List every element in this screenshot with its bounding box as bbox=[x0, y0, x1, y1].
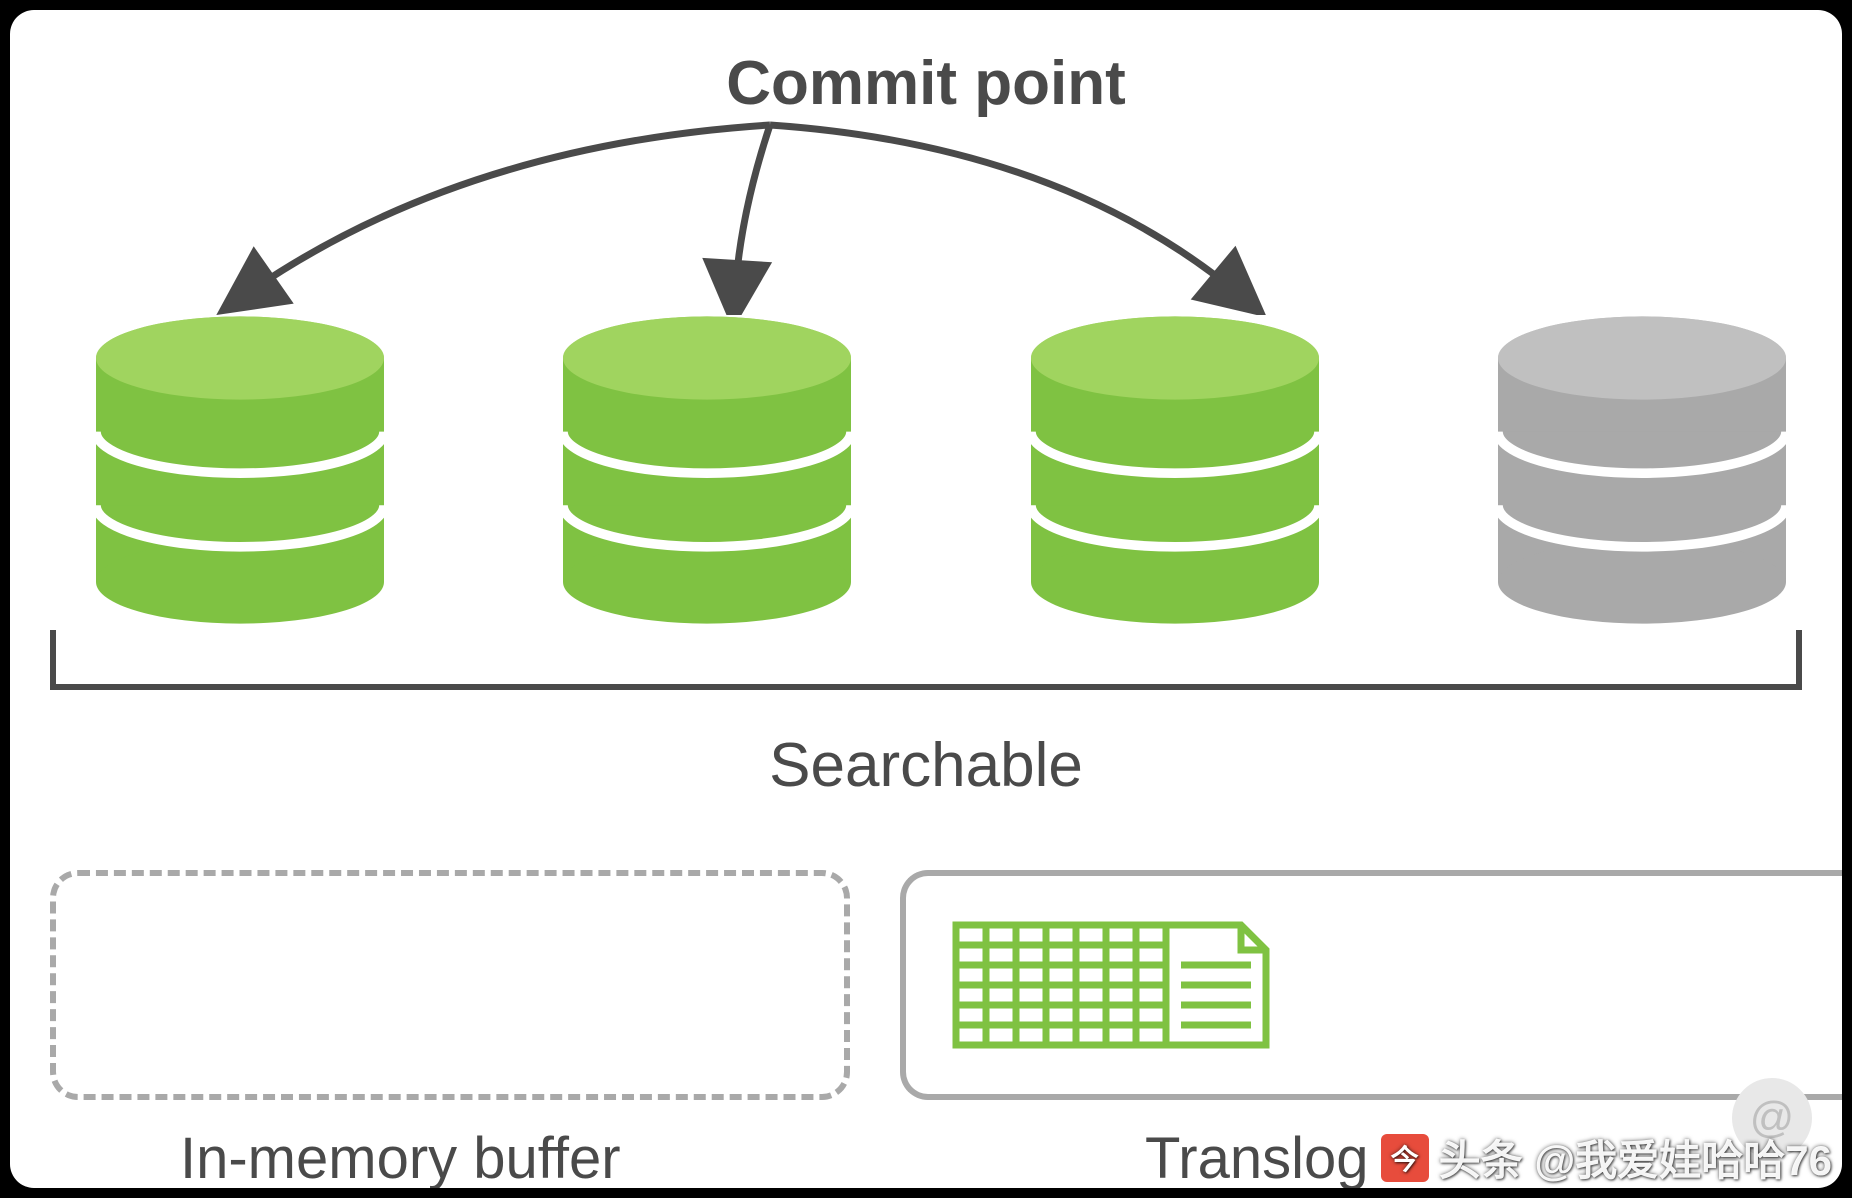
searchable-bracket bbox=[50, 630, 1802, 690]
database-icon-committed bbox=[80, 310, 400, 630]
in-memory-buffer-label: In-memory buffer bbox=[180, 1125, 621, 1188]
searchable-label: Searchable bbox=[769, 730, 1083, 801]
database-icon-uncommitted bbox=[1482, 310, 1802, 630]
commit-point-arrows bbox=[10, 115, 1842, 315]
commit-point-title: Commit point bbox=[726, 48, 1126, 119]
translog-box bbox=[900, 870, 1842, 1100]
in-memory-buffer-box bbox=[50, 870, 850, 1100]
database-icon-committed bbox=[1015, 310, 1335, 630]
document-stack-icon bbox=[946, 910, 1276, 1060]
database-icon-committed bbox=[547, 310, 867, 630]
watermark: 今 头条 @我爱娃哈哈76 bbox=[1381, 1127, 1832, 1188]
diagram-canvas: Commit point bbox=[10, 10, 1842, 1188]
watermark-logo-icon: 今 bbox=[1381, 1134, 1429, 1182]
watermark-text: 头条 @我爱娃哈哈76 bbox=[1439, 1127, 1832, 1188]
database-row bbox=[80, 310, 1802, 630]
translog-label: Translog bbox=[1145, 1125, 1369, 1188]
